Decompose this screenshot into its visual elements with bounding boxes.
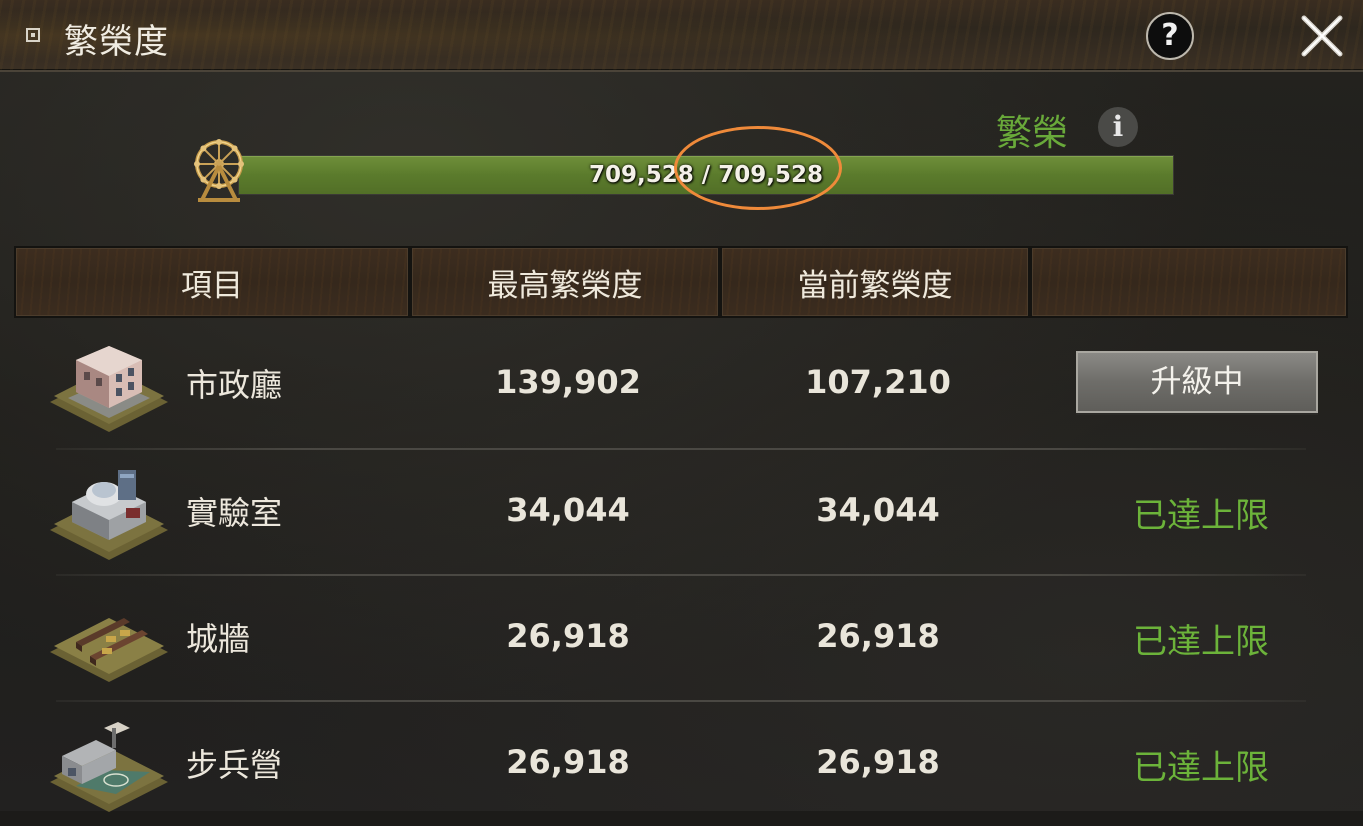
table-row: 實驗室 34,044 34,044 已達上限 [50, 448, 1306, 574]
laboratory-icon [50, 470, 168, 560]
max-reached-label: 已達上限 [1133, 748, 1269, 788]
building-name: 市政廳 [186, 366, 283, 404]
header-max-prosperity: 最高繁榮度 [412, 248, 718, 316]
building-name: 城牆 [186, 620, 251, 658]
table-row: 市政廳 139,902 107,210 升級中 [50, 320, 1318, 446]
max-prosperity-value: 26,918 [506, 743, 630, 781]
prosperity-panel: 繁榮度 ? 繁榮 i 709,528 / 709,528 項目 最高繁榮度 當前… [0, 0, 1363, 812]
help-button[interactable]: ? [1146, 12, 1194, 60]
table-header: 項目 最高繁榮度 當前繁榮度 [14, 246, 1348, 318]
max-reached-label: 已達上限 [1133, 496, 1269, 536]
title-bar: 繁榮度 ? [0, 0, 1363, 72]
city-wall-icon [50, 618, 168, 682]
ferris-wheel-icon [194, 139, 244, 202]
header-current-prosperity: 當前繁榮度 [722, 248, 1028, 316]
close-icon [1301, 15, 1343, 57]
infantry-barracks-icon [50, 722, 168, 812]
header-item: 項目 [16, 248, 408, 316]
upgrading-button[interactable]: 升級中 [1076, 351, 1318, 413]
table-row: 步兵營 26,918 26,918 已達上限 [50, 700, 1306, 826]
header-status [1032, 248, 1346, 316]
table-row: 城牆 26,918 26,918 已達上限 [50, 574, 1306, 700]
max-prosperity-value: 26,918 [506, 617, 630, 655]
current-prosperity-value: 34,044 [816, 491, 940, 529]
current-prosperity-value: 26,918 [816, 617, 940, 655]
prosperity-status: 繁榮 [996, 113, 1069, 154]
building-name: 步兵營 [186, 746, 283, 784]
close-button[interactable] [1300, 14, 1344, 58]
max-prosperity-value: 139,902 [495, 363, 641, 401]
info-icon[interactable]: i [1098, 107, 1138, 147]
current-prosperity-value: 26,918 [816, 743, 940, 781]
highlight-circle [674, 126, 842, 210]
title-bullet-icon [26, 28, 40, 42]
max-prosperity-value: 34,044 [506, 491, 630, 529]
town-hall-icon [50, 346, 168, 432]
max-reached-label: 已達上限 [1133, 622, 1269, 662]
current-prosperity-value: 107,210 [805, 363, 951, 401]
window-title: 繁榮度 [64, 22, 169, 62]
building-name: 實驗室 [186, 494, 283, 532]
